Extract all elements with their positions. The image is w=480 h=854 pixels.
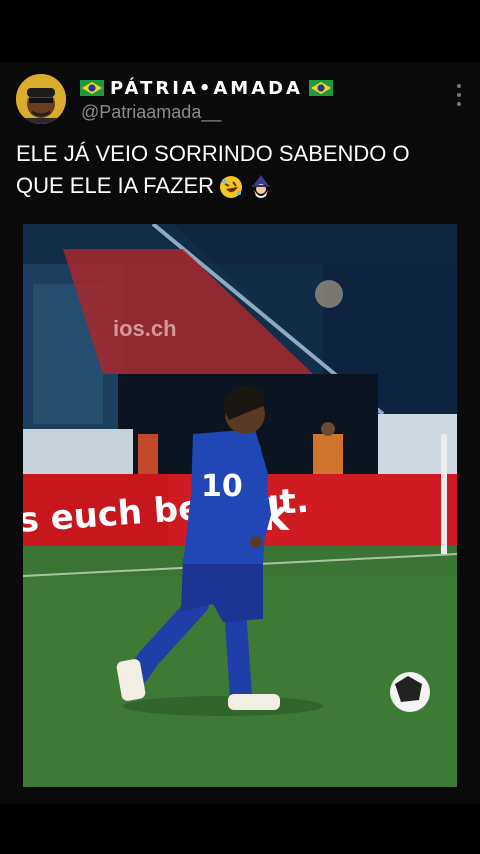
tweet-text-line-2: QUE ELE IA FAZER (16, 170, 456, 202)
author-handle[interactable]: @Patriaamada__ (81, 102, 221, 123)
avatar-image (16, 74, 66, 124)
tweet-card: PÁTRIA•AMADA @Patriaamada__ ELE JÁ VEIO … (0, 62, 480, 804)
author-name-row[interactable]: PÁTRIA•AMADA (80, 76, 333, 100)
more-options-icon[interactable] (456, 84, 462, 106)
profile-avatar[interactable] (16, 74, 66, 124)
jersey-number: 10 (201, 469, 243, 504)
tweet-media-video[interactable]: ios.ch s euch bewegt. k 10 (23, 224, 457, 787)
tweet-text-line-2-text: QUE ELE IA FAZER (16, 173, 215, 198)
wizard-icon (248, 174, 274, 200)
tweet-text-line-1: ELE JÁ VEIO SORRINDO SABENDO O (16, 141, 410, 166)
match-photo: ios.ch s euch bewegt. k 10 (23, 224, 457, 787)
rolling-on-floor-laughing-icon (218, 174, 244, 200)
board-text: ios.ch (113, 316, 177, 341)
brazil-flag-icon (309, 80, 333, 96)
brazil-flag-icon (80, 80, 104, 96)
tweet-text: ELE JÁ VEIO SORRINDO SABENDO O QUE ELE I… (16, 138, 456, 202)
author-display-name: PÁTRIA•AMADA (110, 77, 303, 99)
